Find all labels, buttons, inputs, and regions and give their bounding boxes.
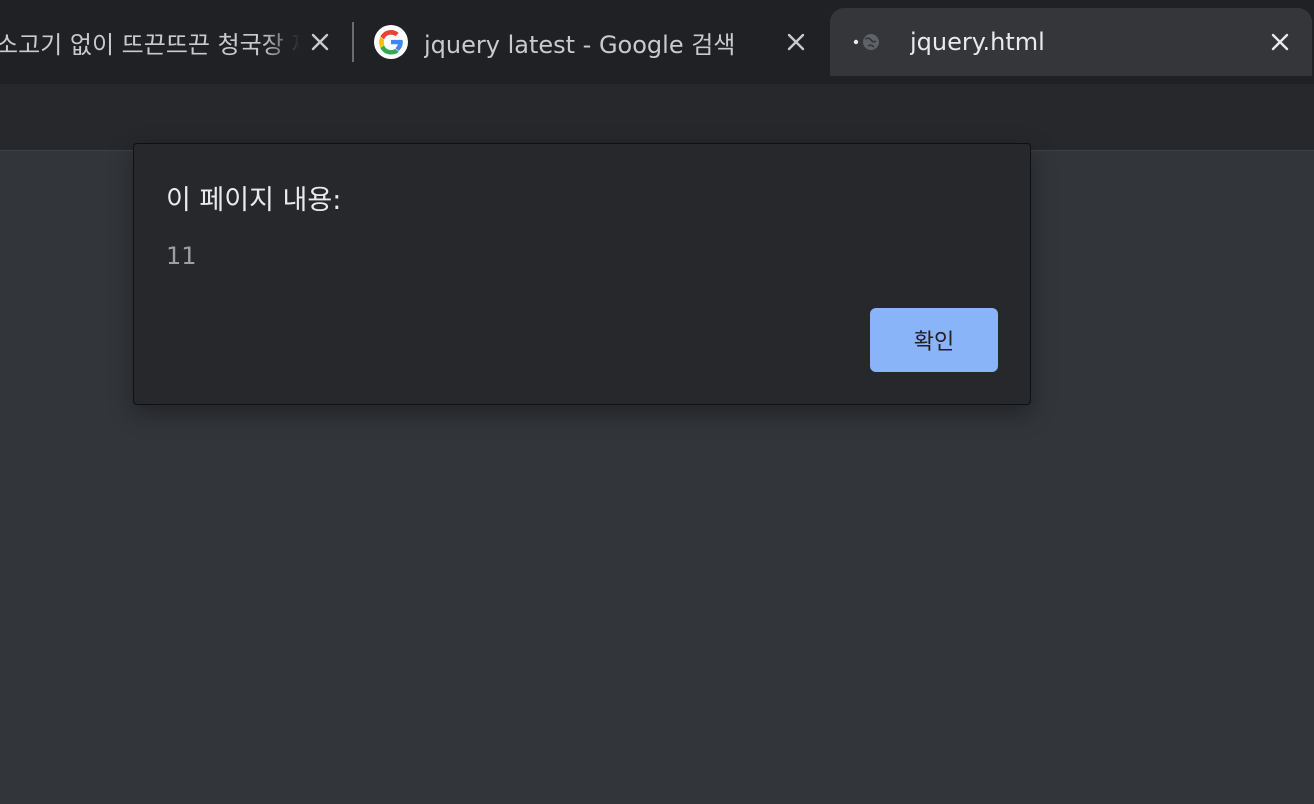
close-icon[interactable] <box>1260 22 1300 62</box>
tab-recipe[interactable]: 소고기 없이 뜨끈뜨끈 청국장 찌개 <box>0 8 352 76</box>
google-g-icon <box>374 25 408 59</box>
tab-title: jquery.html <box>910 28 1045 56</box>
close-icon[interactable] <box>776 22 816 62</box>
browser-toolbar <box>0 84 1314 151</box>
tab-strip: 소고기 없이 뜨끈뜨끈 청국장 찌개 jquery latest - Googl… <box>0 0 1314 84</box>
globe-icon <box>852 25 886 59</box>
tab-google-search[interactable]: jquery latest - Google 검색 <box>354 8 828 76</box>
tab-jquery-html[interactable]: jquery.html <box>830 8 1312 76</box>
dialog-message: 11 <box>166 242 197 270</box>
close-icon[interactable] <box>300 22 340 62</box>
tab-title: jquery latest - Google 검색 <box>424 30 736 59</box>
tab-title: 소고기 없이 뜨끈뜨끈 청국장 찌개 <box>0 30 300 59</box>
ok-button[interactable]: 확인 <box>870 308 998 372</box>
dialog-title: 이 페이지 내용: <box>166 185 342 216</box>
alert-dialog: 이 페이지 내용: 11 확인 <box>133 143 1031 405</box>
